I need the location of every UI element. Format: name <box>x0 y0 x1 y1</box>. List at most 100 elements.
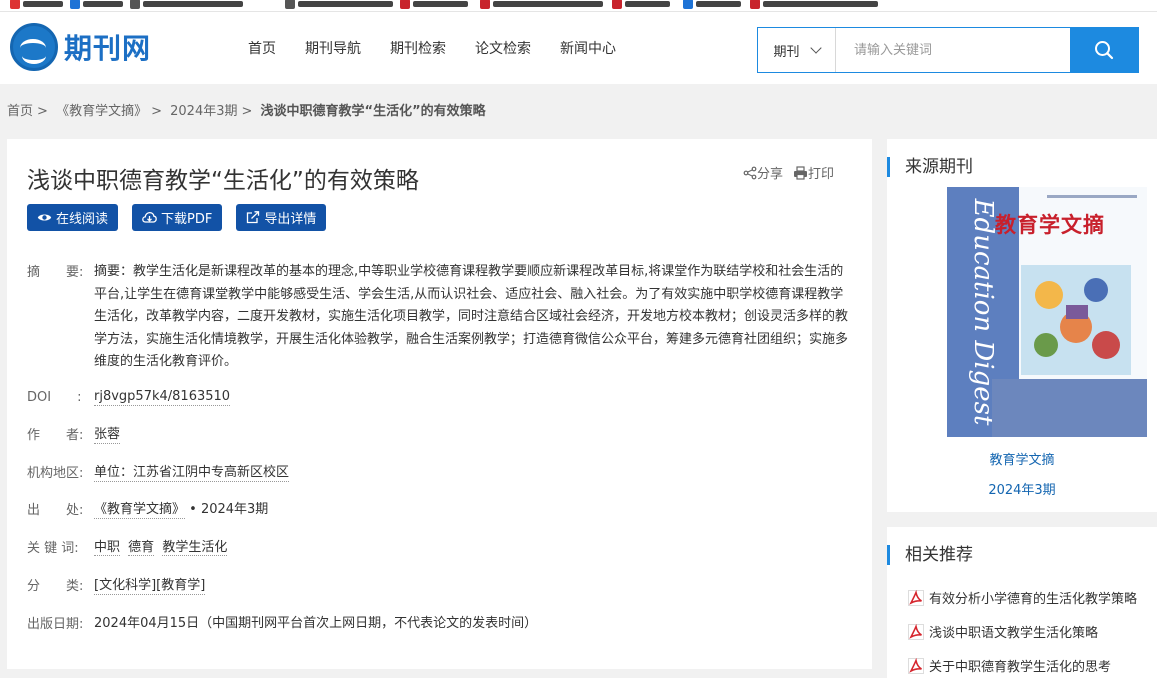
search-type-label: 期刊 <box>773 44 800 60</box>
related-item[interactable]: 有效分析小学德育的生活化教学策略 <box>908 588 1137 607</box>
breadcrumb-current: 浅谈中职德育教学“生活化”的有效策略 <box>260 104 486 119</box>
download-pdf-button[interactable]: 下载PDF <box>132 204 223 231</box>
related-item-label: 浅谈中职语文教学生活化策略 <box>929 626 1099 641</box>
article-actions: 在线阅读 下载PDF 导出详情 <box>27 204 340 231</box>
breadcrumb-issue[interactable]: 2024年3期 <box>170 104 237 119</box>
bookmark[interactable] <box>480 0 603 9</box>
author-row: 作 者: 张蓉 <box>27 424 854 447</box>
nav-news[interactable]: 新闻中心 <box>560 38 616 58</box>
related-item-label: 关于中职德育教学生活化的思考 <box>929 660 1112 675</box>
journal-cover[interactable]: Education Digest 教育学文摘 <box>947 187 1147 437</box>
bookmark[interactable] <box>285 0 393 9</box>
article-card: 浅谈中职德育教学“生活化”的有效策略 分享 打印 在线阅读 下载PDF 导出详情… <box>7 139 872 669</box>
source-journal-panel: 来源期刊 Education Digest 教育学文摘 教育学文摘 2024年3… <box>887 139 1157 512</box>
org-row: 机构地区: 单位：江苏省江阴中专高新区校区 <box>27 462 854 485</box>
related-item[interactable]: 关于中职德育教学生活化的思考 <box>908 656 1111 675</box>
bookmark[interactable] <box>750 0 878 9</box>
logo-text: 期刊网 <box>64 32 152 65</box>
related-panel: 相关推荐 有效分析小学德育的生活化教学策略 浅谈中职语文教学生活化策略 关于中职… <box>887 527 1157 678</box>
search-bar: 期刊 <box>757 27 1139 73</box>
cover-art <box>1034 278 1120 359</box>
breadcrumb: 首页 > 《教育学文摘》 > 2024年3期 > 浅谈中职德育教学“生活化”的有效策略 <box>7 100 490 119</box>
nav-home[interactable]: 首页 <box>248 38 276 58</box>
author-link[interactable]: 张蓉 <box>94 427 121 444</box>
cover-illustration <box>1021 265 1131 375</box>
print-button[interactable]: 打印 <box>793 163 834 182</box>
bookmark[interactable] <box>400 0 468 9</box>
keywords-row: 关 键 词: 中职 德育 教学生活化 <box>27 537 854 560</box>
category-label: 分 类: <box>27 579 84 594</box>
pdf-icon <box>908 589 924 606</box>
print-label: 打印 <box>808 167 835 182</box>
bookmarks-bar <box>0 0 1157 12</box>
site-header: 期刊网 首页 期刊导航 期刊检索 论文检索 新闻中心 期刊 <box>0 12 1157 84</box>
abstract-text: 摘要：教学生活化是新课程改革的基本的理念,中等职业学校德育课程教学要顺应新课程改… <box>94 264 849 369</box>
journal-name-link[interactable]: 教育学文摘 <box>887 449 1157 468</box>
org-label: 机构地区: <box>27 466 84 481</box>
site-logo[interactable]: 期刊网 <box>10 22 151 72</box>
bookmark[interactable] <box>130 0 243 9</box>
pdf-icon <box>908 657 924 674</box>
date-value: 2024年04月15日（中国期刊网平台首次上网日期，不代表论文的发表时间） <box>94 616 538 631</box>
export-label: 导出详情 <box>264 212 317 227</box>
nav-journal-search[interactable]: 期刊检索 <box>390 38 446 58</box>
cover-bottom-block <box>992 379 1147 437</box>
source-label: 出 处: <box>27 503 84 518</box>
related-item[interactable]: 浅谈中职语文教学生活化策略 <box>908 622 1098 641</box>
print-icon <box>794 165 808 180</box>
date-label: 出版日期: <box>27 617 84 632</box>
export-icon <box>247 211 260 224</box>
keyword-link[interactable]: 德育 <box>128 540 155 556</box>
keyword-link[interactable]: 中职 <box>94 540 121 556</box>
source-issue: • 2024年3期 <box>185 502 269 517</box>
read-online-button[interactable]: 在线阅读 <box>27 204 119 231</box>
pdf-icon <box>908 623 924 640</box>
bookmark[interactable] <box>10 0 63 9</box>
source-journal-link[interactable]: 《教育学文摘》 <box>94 502 186 519</box>
breadcrumb-separator: > <box>151 104 162 119</box>
nav-paper-search[interactable]: 论文检索 <box>475 38 531 58</box>
share-icon <box>743 166 757 179</box>
chevron-down-icon <box>809 42 822 54</box>
nav-journal-guide[interactable]: 期刊导航 <box>305 38 361 58</box>
abstract-row: 摘 要: 摘要：教学生活化是新课程改革的基本的理念,中等职业学校德育课程教学要顺… <box>27 261 854 374</box>
read-online-label: 在线阅读 <box>56 212 109 227</box>
search-button[interactable] <box>1070 28 1138 72</box>
share-label: 分享 <box>757 167 784 182</box>
date-row: 出版日期: 2024年04月15日（中国期刊网平台首次上网日期，不代表论文的发表… <box>27 613 854 636</box>
related-title: 相关推荐 <box>887 545 973 565</box>
breadcrumb-separator: > <box>241 104 253 119</box>
cloud-download-icon <box>142 211 157 223</box>
bookmark[interactable] <box>683 0 741 9</box>
eye-icon <box>37 214 52 221</box>
bookmark[interactable] <box>612 0 670 9</box>
breadcrumb-separator: > <box>37 104 48 119</box>
export-button[interactable]: 导出详情 <box>236 204 327 231</box>
author-label: 作 者: <box>27 428 84 443</box>
keyword-link[interactable]: 教学生活化 <box>162 540 228 556</box>
related-item-label: 有效分析小学德育的生活化教学策略 <box>929 592 1138 607</box>
cover-title: 教育学文摘 <box>995 213 1105 237</box>
article-tools: 分享 打印 <box>743 163 844 182</box>
share-button[interactable]: 分享 <box>743 163 783 182</box>
org-link[interactable]: 单位：江苏省江阴中专高新区校区 <box>94 465 290 482</box>
cover-top-strip <box>1047 195 1137 198</box>
breadcrumb-home[interactable]: 首页 <box>7 104 33 119</box>
source-journal-title: 来源期刊 <box>887 157 973 177</box>
doi-label: DOI : <box>27 390 82 405</box>
search-input[interactable] <box>836 28 1070 72</box>
article-title: 浅谈中职德育教学“生活化”的有效策略 <box>27 168 419 194</box>
doi-value[interactable]: rj8vgp57k4/8163510 <box>94 389 231 406</box>
journal-issue-link[interactable]: 2024年3期 <box>887 479 1157 498</box>
doi-row: DOI : rj8vgp57k4/8163510 <box>27 386 854 409</box>
search-type-select[interactable]: 期刊 <box>758 28 836 72</box>
category-link[interactable]: [文化科学][教育学] <box>94 578 206 595</box>
bookmark[interactable] <box>70 0 123 9</box>
category-row: 分 类: [文化科学][教育学] <box>27 575 854 598</box>
keywords-label: 关 键 词: <box>27 541 79 556</box>
search-icon <box>1095 41 1114 60</box>
main-nav: 首页 期刊导航 期刊检索 论文检索 新闻中心 <box>236 38 645 58</box>
breadcrumb-journal[interactable]: 《教育学文摘》 <box>56 104 147 119</box>
logo-icon <box>10 23 58 71</box>
source-row: 出 处: 《教育学文摘》 • 2024年3期 <box>27 499 854 522</box>
